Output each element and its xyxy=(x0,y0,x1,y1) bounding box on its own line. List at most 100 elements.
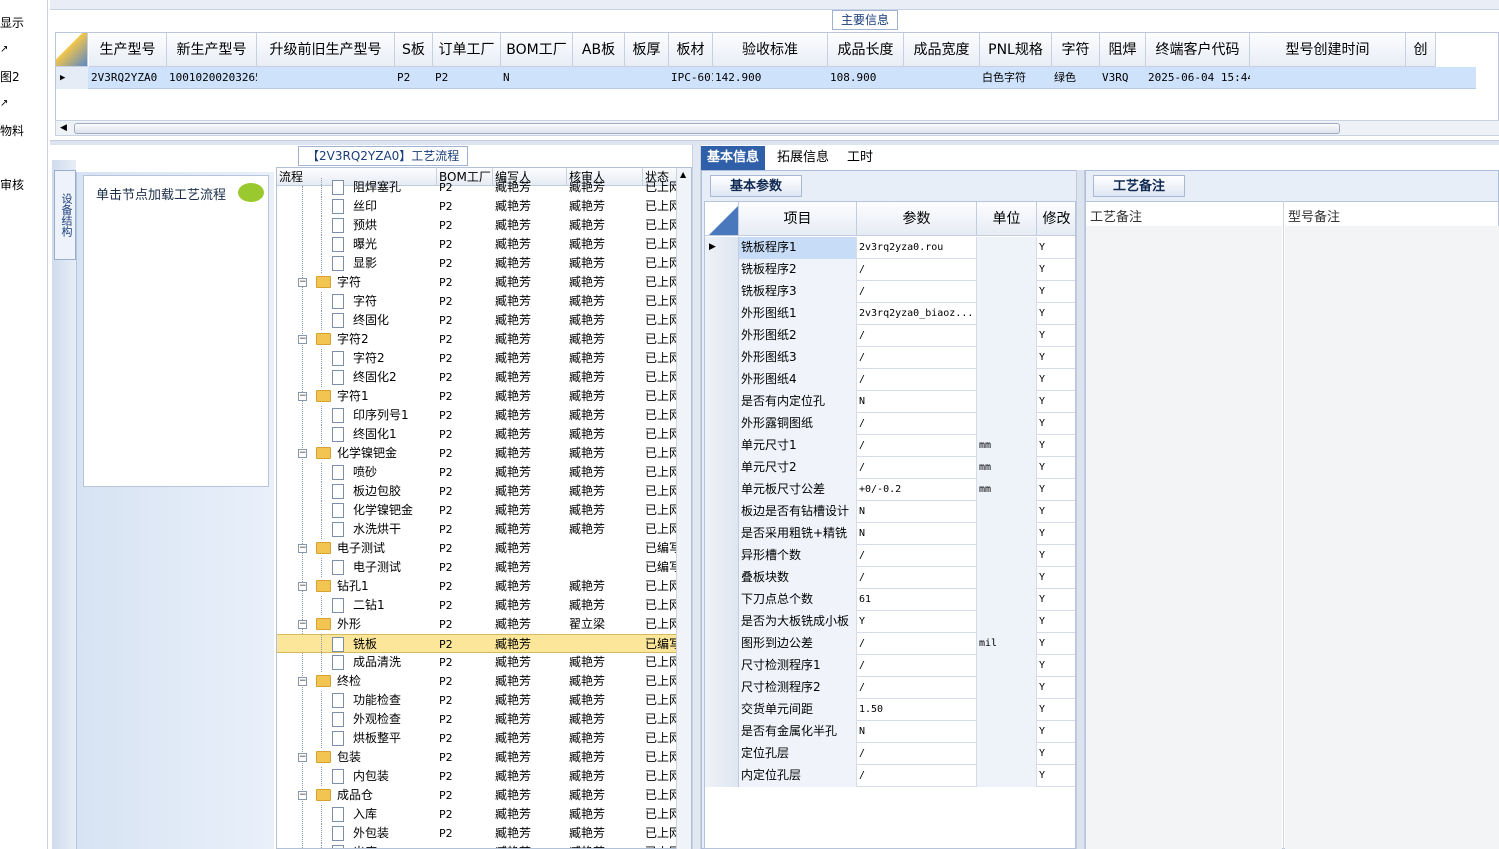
param-column-header[interactable]: 项目 xyxy=(739,202,857,236)
param-cell-value[interactable]: N xyxy=(857,523,977,545)
tab-extended-info[interactable]: 拓展信息 xyxy=(771,146,835,170)
param-cell-mod[interactable]: Y xyxy=(1037,699,1075,721)
process-note-textarea[interactable] xyxy=(1086,226,1282,849)
param-row[interactable]: 外形图纸3/ Y xyxy=(705,347,1075,369)
notes-legend[interactable]: 工艺备注 xyxy=(1093,175,1185,197)
collapse-icon[interactable]: − xyxy=(298,335,307,344)
table-cell[interactable] xyxy=(1250,67,1406,89)
param-cell-value[interactable]: N xyxy=(857,391,977,413)
param-cell-unit[interactable] xyxy=(977,677,1037,699)
flow-row[interactable]: 电子测试 P2 臧艳芳 已编写 xyxy=(277,558,681,577)
nav-arrow-icon[interactable]: ↗ xyxy=(0,98,8,109)
collapse-icon[interactable]: − xyxy=(298,791,307,800)
nav-item-material[interactable]: 物料 xyxy=(0,122,24,139)
table-cell[interactable]: P2 xyxy=(395,67,433,89)
flow-row[interactable]: − 终检 P2 臧艳芳 臧艳芳 已上网 xyxy=(277,672,681,691)
param-cell-unit[interactable] xyxy=(977,523,1037,545)
load-box[interactable] xyxy=(83,175,269,487)
table-cell[interactable] xyxy=(573,67,625,89)
row-indicator[interactable]: ▶ xyxy=(705,237,739,259)
row-indicator[interactable] xyxy=(705,699,739,721)
flow-row[interactable]: − 化学镍钯金 P2 臧艳芳 臧艳芳 已上网 xyxy=(277,444,681,463)
column-header[interactable]: 阻焊 xyxy=(1100,33,1146,67)
flow-row[interactable]: 喷砂 P2 臧艳芳 臧艳芳 已上网 xyxy=(277,463,681,482)
column-header[interactable]: 板材 xyxy=(669,33,713,67)
param-row[interactable]: 铣板程序3/ Y xyxy=(705,281,1075,303)
param-row[interactable]: 外形图纸4/ Y xyxy=(705,369,1075,391)
table-cell[interactable]: V3RQ xyxy=(1100,67,1146,89)
param-cell-unit[interactable]: mm xyxy=(977,435,1037,457)
param-row[interactable]: 是否采用粗铣+精铣 N Y xyxy=(705,523,1075,545)
grid-corner[interactable] xyxy=(56,33,88,67)
flow-row[interactable]: 终固化2 P2 臧艳芳 臧艳芳 已上网 xyxy=(277,368,681,387)
param-column-header[interactable]: 修改 xyxy=(1037,202,1075,236)
param-cell-value[interactable]: / xyxy=(857,281,977,303)
param-row[interactable]: 尺寸检测程序2/ Y xyxy=(705,677,1075,699)
param-cell-value[interactable]: / xyxy=(857,413,977,435)
param-cell-mod[interactable]: Y xyxy=(1037,391,1075,413)
row-indicator[interactable] xyxy=(705,259,739,281)
flow-row[interactable]: 水洗烘干 P2 臧艳芳 臧艳芳 已上网 xyxy=(277,520,681,539)
row-indicator[interactable] xyxy=(705,435,739,457)
flow-row[interactable]: 终固化1 P2 臧艳芳 臧艳芳 已上网 xyxy=(277,425,681,444)
collapse-icon[interactable]: − xyxy=(298,392,307,401)
table-cell[interactable]: 白色字符 xyxy=(980,67,1052,89)
param-cell-unit[interactable] xyxy=(977,347,1037,369)
column-header[interactable]: 终端客户代码 xyxy=(1146,33,1250,67)
flow-row[interactable]: 字符 P2 臧艳芳 臧艳芳 已上网 xyxy=(277,292,681,311)
table-cell[interactable]: 10010200203265 xyxy=(167,67,257,89)
param-cell-mod[interactable]: Y xyxy=(1037,457,1075,479)
collapse-icon[interactable]: − xyxy=(298,582,307,591)
tab-device-structure[interactable]: 设备结构 xyxy=(54,170,76,260)
param-row[interactable]: 下刀点总个数 61 Y xyxy=(705,589,1075,611)
nav-arrow-icon[interactable]: ↗ xyxy=(0,44,8,55)
param-cell-unit[interactable] xyxy=(977,237,1037,259)
param-row[interactable]: 单元板尺寸公差 +0/-0.2 mm Y xyxy=(705,479,1075,501)
column-header[interactable]: 字符 xyxy=(1052,33,1100,67)
param-cell-unit[interactable]: mil xyxy=(977,633,1037,655)
collapse-icon[interactable]: − xyxy=(298,677,307,686)
tab-work-hours[interactable]: 工时 xyxy=(841,146,879,170)
row-indicator[interactable] xyxy=(705,589,739,611)
param-row[interactable]: 内定位孔层 / Y xyxy=(705,765,1075,787)
row-indicator[interactable] xyxy=(705,457,739,479)
param-row[interactable]: 单元尺寸1/mm Y xyxy=(705,435,1075,457)
param-cell-value[interactable]: 2v3rq2yza0.rou xyxy=(857,237,977,259)
table-cell[interactable]: 108.900 xyxy=(828,67,904,89)
row-indicator[interactable] xyxy=(705,633,739,655)
row-indicator[interactable] xyxy=(705,369,739,391)
flow-row[interactable]: − 钻孔1 P2 臧艳芳 臧艳芳 已上网 xyxy=(277,577,681,596)
column-header[interactable]: PNL规格 xyxy=(980,33,1052,67)
vertical-splitter[interactable] xyxy=(692,145,701,849)
column-header[interactable]: S板 xyxy=(395,33,433,67)
param-cell-mod[interactable]: Y xyxy=(1037,677,1075,699)
column-header[interactable]: 型号创建时间 xyxy=(1250,33,1406,67)
column-header[interactable]: 升级前旧生产型号 xyxy=(257,33,395,67)
param-cell-value[interactable]: / xyxy=(857,567,977,589)
param-column-header[interactable]: 单位 xyxy=(977,202,1037,236)
param-row[interactable]: 外形图纸2/ Y xyxy=(705,325,1075,347)
param-cell-unit[interactable] xyxy=(977,391,1037,413)
param-row[interactable]: 是否为大板铣成小板 Y Y xyxy=(705,611,1075,633)
flow-row[interactable]: 外包装 P2 臧艳芳 臧艳芳 已上网 xyxy=(277,824,681,843)
nav-item-review[interactable]: 审核 xyxy=(0,176,24,193)
param-row[interactable]: ▶ 铣板程序1 2v3rq2yza0.rou Y xyxy=(705,237,1075,259)
flow-row[interactable]: 铣板 P2 臧艳芳 已编写 xyxy=(277,634,681,654)
param-cell-value[interactable]: +0/-0.2 xyxy=(857,479,977,501)
column-header[interactable]: 创 xyxy=(1406,33,1436,67)
flow-row[interactable]: 成品清洗 P2 臧艳芳 臧艳芳 已上网 xyxy=(277,653,681,672)
param-row[interactable]: 单元尺寸2/mm Y xyxy=(705,457,1075,479)
row-indicator[interactable] xyxy=(705,611,739,633)
param-cell-value[interactable]: 1.50 xyxy=(857,699,977,721)
column-header[interactable]: 成品宽度 xyxy=(904,33,980,67)
param-cell-mod[interactable]: Y xyxy=(1037,633,1075,655)
param-cell-value[interactable]: N xyxy=(857,501,977,523)
param-row[interactable]: 尺寸检测程序1/ Y xyxy=(705,655,1075,677)
column-header[interactable]: 订单工厂 xyxy=(433,33,501,67)
row-indicator[interactable] xyxy=(705,743,739,765)
nav-item-show[interactable]: 显示 xyxy=(0,14,24,31)
param-grid-corner[interactable] xyxy=(705,202,739,236)
main-grid-hscrollbar[interactable]: ◀ ▶ xyxy=(55,120,1499,136)
param-cell-mod[interactable]: Y xyxy=(1037,721,1075,743)
param-cell-unit[interactable] xyxy=(977,721,1037,743)
